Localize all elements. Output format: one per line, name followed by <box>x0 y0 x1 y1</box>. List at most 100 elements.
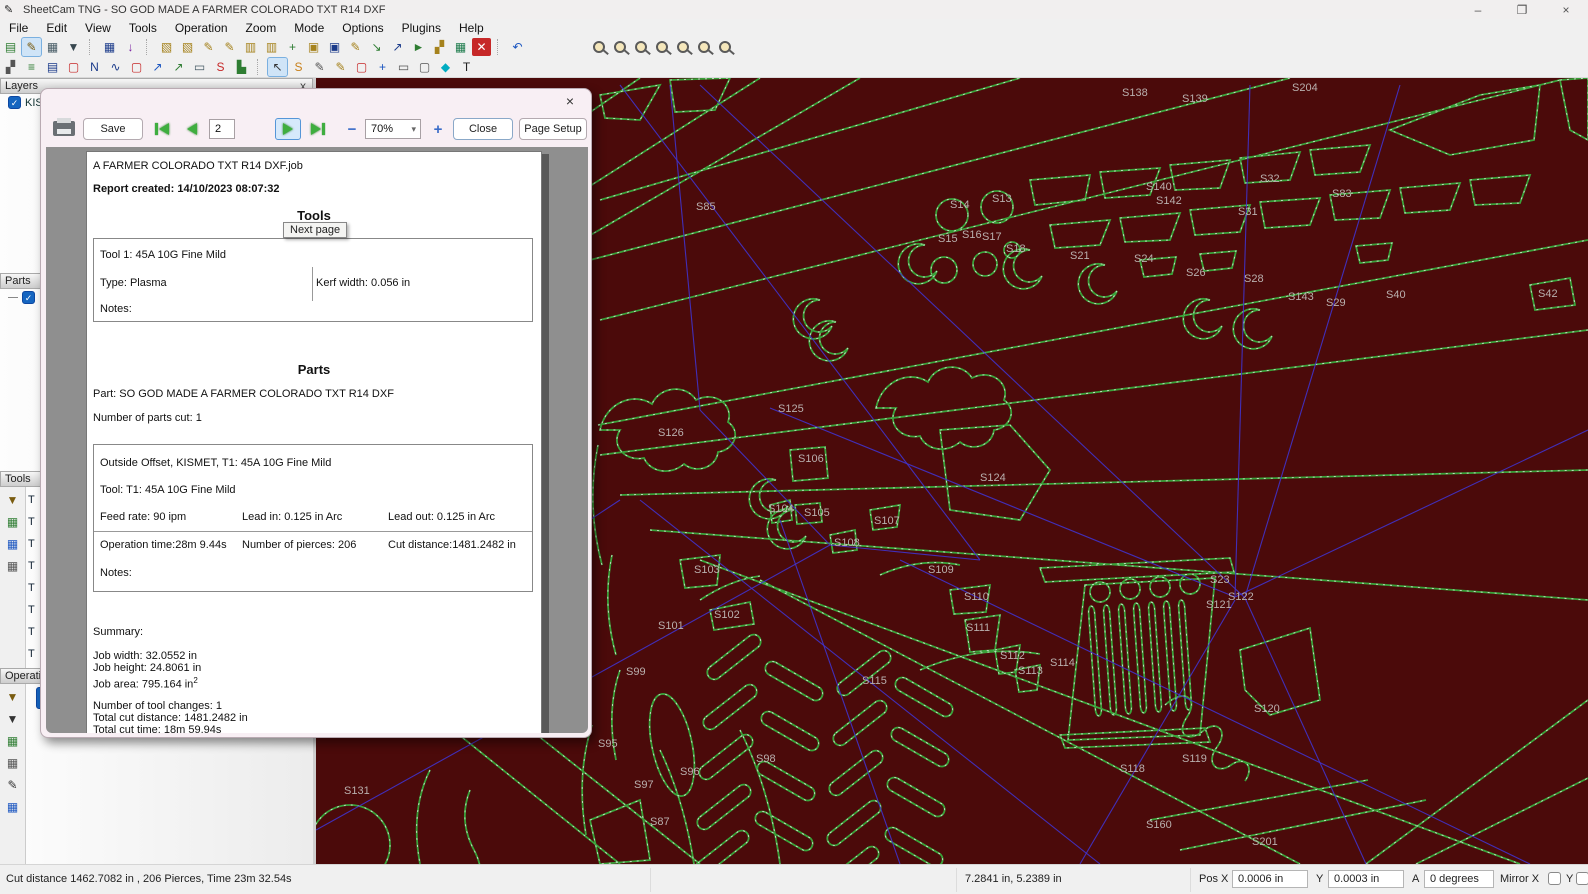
op-pen-icon[interactable]: ✎ <box>3 776 22 794</box>
select-contour-icon[interactable]: ▢ <box>352 58 371 76</box>
zoom-extents-icon[interactable] <box>715 38 734 56</box>
lasso-icon[interactable]: ▢ <box>415 58 434 76</box>
tool-list-item[interactable]: T <box>28 643 35 665</box>
mirror-x-checkbox[interactable] <box>1548 872 1561 885</box>
part-edit-icon[interactable]: ✎ <box>199 38 218 56</box>
part-run-icon[interactable]: ► <box>409 38 428 56</box>
last-page-button[interactable] <box>305 118 331 140</box>
start-point-icon[interactable]: S <box>211 58 230 76</box>
part-outline[interactable] <box>668 78 731 113</box>
part-outline[interactable] <box>1354 242 1394 264</box>
layers-icon[interactable]: ≡ <box>22 58 41 76</box>
menu-view[interactable]: View <box>76 20 120 36</box>
part-outline[interactable] <box>763 659 825 703</box>
machine-icon[interactable]: ▭ <box>190 58 209 76</box>
part-outline[interactable] <box>822 844 881 864</box>
part-delete-icon[interactable]: ✕ <box>472 37 491 56</box>
tool-list-item[interactable]: T <box>28 511 35 533</box>
contour-red-icon[interactable]: ▢ <box>64 58 83 76</box>
part-outline[interactable] <box>1118 211 1182 243</box>
part-outline[interactable] <box>415 769 431 864</box>
part-outline[interactable] <box>316 804 391 864</box>
part-outline[interactable] <box>1258 197 1322 229</box>
part-outline[interactable] <box>893 675 955 719</box>
part-rename-icon[interactable]: ✎ <box>346 38 365 56</box>
part-copy-icon[interactable]: ▥ <box>241 38 260 56</box>
part-outline[interactable] <box>1232 307 1273 350</box>
part-outline[interactable] <box>889 725 951 769</box>
part-outline[interactable] <box>1028 174 1092 206</box>
edit-job-icon[interactable]: ✎ <box>21 36 42 57</box>
part-new-alt-icon[interactable]: ▧ <box>178 38 197 56</box>
part-outline[interactable] <box>1468 173 1532 206</box>
zoom-in-icon[interactable] <box>589 38 608 56</box>
zoom-drawing-icon[interactable] <box>631 38 650 56</box>
tool-alert-icon[interactable]: ▦ <box>3 557 22 575</box>
part-outline[interactable] <box>792 297 833 340</box>
part-outline[interactable] <box>1132 602 1148 714</box>
calculator-icon[interactable]: ▦ <box>100 38 119 56</box>
part-outline[interactable] <box>1117 603 1133 715</box>
menu-plugins[interactable]: Plugins <box>393 20 450 36</box>
part-outline[interactable] <box>1087 605 1103 717</box>
part-outline[interactable] <box>1066 577 1216 741</box>
tool-list-item[interactable]: T <box>28 621 35 643</box>
part-import-icon[interactable]: ↘ <box>367 38 386 56</box>
zoom-parts-icon[interactable] <box>652 38 671 56</box>
part-outline[interactable] <box>834 648 893 698</box>
part-outline[interactable] <box>1308 143 1372 176</box>
menu-mode[interactable]: Mode <box>285 20 333 36</box>
page-number-field[interactable]: 2 <box>209 119 235 139</box>
part-outline[interactable] <box>1102 604 1118 716</box>
edit-contour-icon[interactable]: ✎ <box>331 58 350 76</box>
part-outline[interactable] <box>696 732 755 782</box>
nest-icon[interactable]: ▞ <box>1 58 20 76</box>
tool-table-icon[interactable]: ▦ <box>3 535 22 553</box>
snap-icon[interactable]: ◆ <box>436 58 455 76</box>
plasma-tool-icon[interactable]: ▼ <box>64 38 83 56</box>
part-save-icon[interactable]: ▣ <box>325 38 344 56</box>
tool-list-item[interactable]: T <box>28 599 35 621</box>
first-page-button[interactable] <box>149 118 175 140</box>
menu-help[interactable]: Help <box>450 20 493 36</box>
print-icon[interactable] <box>53 118 75 136</box>
part-outline[interactable] <box>463 789 481 864</box>
angle-field[interactable]: 0 degrees <box>1424 870 1494 888</box>
op-move-icon[interactable]: ▼ <box>3 688 22 706</box>
edit-points-icon[interactable]: ✎ <box>310 58 329 76</box>
part-outline[interactable] <box>753 809 815 853</box>
part-outline[interactable] <box>694 782 753 832</box>
part-export-icon[interactable]: ↗ <box>388 38 407 56</box>
tool-list-item[interactable]: T <box>28 555 35 577</box>
close-dialog-button[interactable]: Close <box>453 118 513 140</box>
pos-y-field[interactable]: 0.0003 in <box>1328 870 1404 888</box>
part-outline[interactable] <box>1239 626 1321 717</box>
job-options-icon[interactable]: ▤ <box>43 58 62 76</box>
part-add-icon[interactable]: + <box>283 38 302 56</box>
menu-operation[interactable]: Operation <box>166 20 237 36</box>
part-open-icon[interactable]: ▣ <box>304 38 323 56</box>
part-outline[interactable] <box>885 775 947 819</box>
corner-icon[interactable]: ▙ <box>232 58 251 76</box>
text-tool-icon[interactable]: T <box>457 58 476 76</box>
select-cursor-icon[interactable]: ↖ <box>267 57 288 77</box>
part-outline[interactable] <box>1077 262 1118 305</box>
part-outline[interactable] <box>755 759 817 803</box>
part-outline[interactable] <box>581 724 593 836</box>
tool-list-item[interactable]: T <box>28 489 35 511</box>
mirror-y-checkbox[interactable] <box>1576 872 1588 885</box>
menu-file[interactable]: File <box>0 20 37 36</box>
zoom-out-button[interactable]: − <box>341 118 363 140</box>
part-outline[interactable] <box>1149 779 1369 821</box>
print-job-icon[interactable]: ▦ <box>43 38 62 56</box>
part-array-icon[interactable]: ▞ <box>430 38 449 56</box>
layer-checkbox[interactable]: ✓ <box>8 96 21 109</box>
part-outline[interactable] <box>1365 699 1588 864</box>
close-button[interactable]: × <box>1544 0 1588 19</box>
move-part-icon[interactable]: ↗ <box>148 58 167 76</box>
part-outline[interactable] <box>1164 695 1250 782</box>
zoom-window-icon[interactable] <box>673 38 692 56</box>
part-table-icon[interactable]: ▦ <box>451 38 470 56</box>
part-outline[interactable] <box>1182 297 1223 340</box>
part-outline[interactable] <box>1558 78 1588 142</box>
